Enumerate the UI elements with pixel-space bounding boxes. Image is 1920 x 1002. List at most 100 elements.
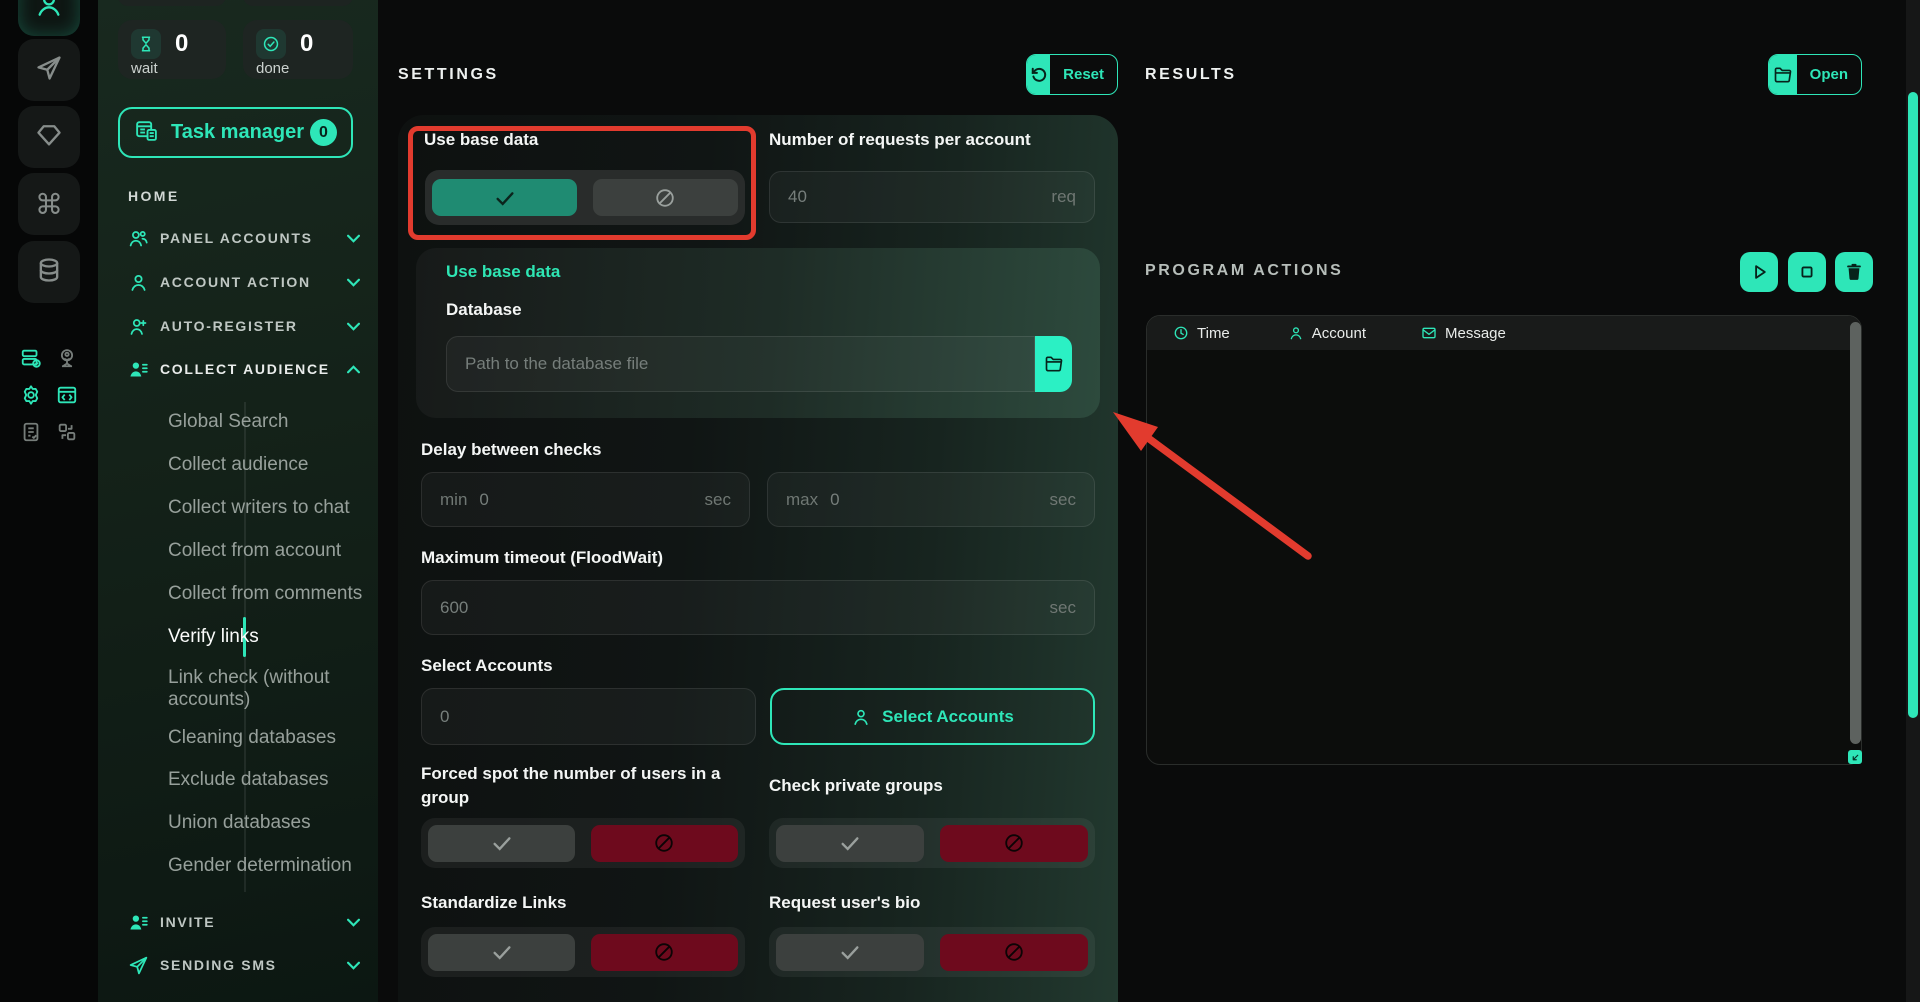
wait-count: 0 <box>175 30 188 58</box>
profile-icon <box>35 0 63 22</box>
toggle-yes-button[interactable] <box>428 934 575 971</box>
sidebar-item-gender-determination[interactable]: Gender determination <box>168 855 364 877</box>
annotation-arrow <box>1095 395 1325 575</box>
check-icon <box>491 832 513 854</box>
sidebar-item-label: ACCOUNT ACTION <box>160 274 311 290</box>
column-header-account[interactable]: Account <box>1288 325 1366 342</box>
check-icon <box>839 941 861 963</box>
diamond-button[interactable] <box>18 106 80 168</box>
sidebar-item-label: PANEL ACCOUNTS <box>160 230 313 246</box>
column-header-time[interactable]: Time <box>1173 325 1230 342</box>
open-button[interactable]: Open <box>1768 54 1862 95</box>
code-window-icon[interactable] <box>55 383 79 407</box>
bio-toggle <box>769 927 1095 977</box>
sidebar-item-cleaning-databases[interactable]: Cleaning databases <box>168 727 364 749</box>
toggle-yes-button[interactable] <box>776 934 924 971</box>
toggle-yes-button[interactable] <box>776 825 924 862</box>
sidebar-item-label: SENDING SMS <box>160 957 277 973</box>
sidebar-item-exclude-databases[interactable]: Exclude databases <box>168 769 364 791</box>
timeout-input-wrap: sec <box>421 580 1095 635</box>
swap-icon[interactable] <box>55 420 79 444</box>
delay-min-input[interactable] <box>479 490 692 510</box>
person-icon <box>1288 325 1304 341</box>
sidebar-item-label: AUTO-REGISTER <box>160 318 298 334</box>
database-label: Database <box>446 300 522 320</box>
timeout-input[interactable] <box>440 598 1038 618</box>
home-section-label[interactable]: HOME <box>128 188 180 204</box>
sidebar-item-union-databases[interactable]: Union databases <box>168 812 364 834</box>
server-check-icon[interactable] <box>19 346 43 370</box>
toggle-no-button[interactable] <box>940 825 1088 862</box>
settings-title: SETTINGS <box>398 66 499 84</box>
person-list-icon <box>128 912 149 933</box>
person-icon <box>851 707 871 727</box>
select-accounts-button-label: Select Accounts <box>882 707 1014 727</box>
sidebar-item-collect-audience[interactable]: COLLECT AUDIENCE <box>98 354 378 384</box>
results-title: RESULTS <box>1145 66 1237 84</box>
table-scrollbar-thumb[interactable] <box>1850 322 1861 744</box>
task-manager-button[interactable]: Task manager 0 <box>118 107 353 158</box>
sidebar-item-account-action[interactable]: ACCOUNT ACTION <box>98 267 378 297</box>
webcam-person-icon[interactable] <box>55 346 79 370</box>
person-plus-icon <box>128 316 149 337</box>
chevron-down-icon <box>347 322 360 331</box>
check-circle-icon <box>256 29 286 59</box>
delete-button[interactable] <box>1835 252 1873 292</box>
command-button[interactable]: ⌘ <box>18 173 80 235</box>
person-icon <box>128 272 149 293</box>
document-check-icon[interactable] <box>19 420 43 444</box>
max-prefix: max <box>786 490 818 510</box>
standardize-toggle <box>421 927 745 977</box>
sidebar-item-link-check[interactable]: Link check (without accounts) <box>168 667 364 711</box>
select-accounts-button[interactable]: Select Accounts <box>770 688 1095 745</box>
resize-arrow-icon <box>1851 753 1860 762</box>
toggle-yes-button[interactable] <box>428 825 575 862</box>
block-icon <box>653 832 675 854</box>
page-scrollbar-thumb[interactable] <box>1908 92 1918 718</box>
task-manager-badge: 0 <box>310 119 337 146</box>
sidebar-item-collect-writers[interactable]: Collect writers to chat <box>168 497 364 519</box>
sidebar-item-label: INVITE <box>160 914 215 930</box>
command-icon: ⌘ <box>35 188 63 221</box>
sidebar-item-collect-audience-sub[interactable]: Collect audience <box>168 454 364 476</box>
panel-title: Use base data <box>446 262 560 282</box>
column-header-message[interactable]: Message <box>1421 325 1506 342</box>
send-button[interactable] <box>18 39 80 101</box>
select-accounts-label: Select Accounts <box>421 656 553 676</box>
sidebar-item-panel-accounts[interactable]: PANEL ACCOUNTS <box>98 223 378 253</box>
delay-max-wrap: max sec <box>767 472 1095 527</box>
chevron-down-icon <box>347 918 360 927</box>
gear-icon[interactable] <box>19 383 43 407</box>
database-icon <box>35 256 63 289</box>
sidebar-item-invite[interactable]: INVITE <box>98 907 378 937</box>
requests-input-wrap: req <box>769 171 1095 223</box>
send-icon <box>35 54 63 87</box>
browse-folder-button[interactable] <box>1035 336 1072 392</box>
rotate-ccw-icon <box>1027 55 1050 94</box>
stop-button[interactable] <box>1788 252 1826 292</box>
database-path-input[interactable] <box>465 354 1016 374</box>
reset-button[interactable]: Reset <box>1026 54 1118 95</box>
sidebar-item-collect-from-comments[interactable]: Collect from comments <box>168 583 364 605</box>
sidebar-item-verify-links[interactable]: Verify links <box>168 626 364 648</box>
profile-button[interactable] <box>18 0 80 36</box>
accounts-count-input[interactable] <box>440 707 737 727</box>
delay-max-input[interactable] <box>830 490 1037 510</box>
sidebar-item-global-search[interactable]: Global Search <box>168 411 364 433</box>
sidebar-item-auto-register[interactable]: AUTO-REGISTER <box>98 311 378 341</box>
done-label: done <box>256 60 341 77</box>
table-resize-handle[interactable] <box>1848 750 1862 764</box>
sidebar-item-sending-sms[interactable]: SENDING SMS <box>98 950 378 980</box>
database-button[interactable] <box>18 241 80 303</box>
play-icon <box>1749 262 1769 282</box>
private-groups-toggle <box>769 818 1095 868</box>
play-button[interactable] <box>1740 252 1778 292</box>
icon-rail: ⌘ <box>0 0 98 1002</box>
requests-input[interactable] <box>788 187 1039 207</box>
sidebar-item-collect-from-account[interactable]: Collect from account <box>168 540 364 562</box>
database-input-wrap <box>446 336 1035 392</box>
toggle-no-button[interactable] <box>591 934 738 971</box>
toggle-no-button[interactable] <box>591 825 738 862</box>
toggle-no-button[interactable] <box>940 934 1088 971</box>
open-label: Open <box>1797 55 1861 94</box>
